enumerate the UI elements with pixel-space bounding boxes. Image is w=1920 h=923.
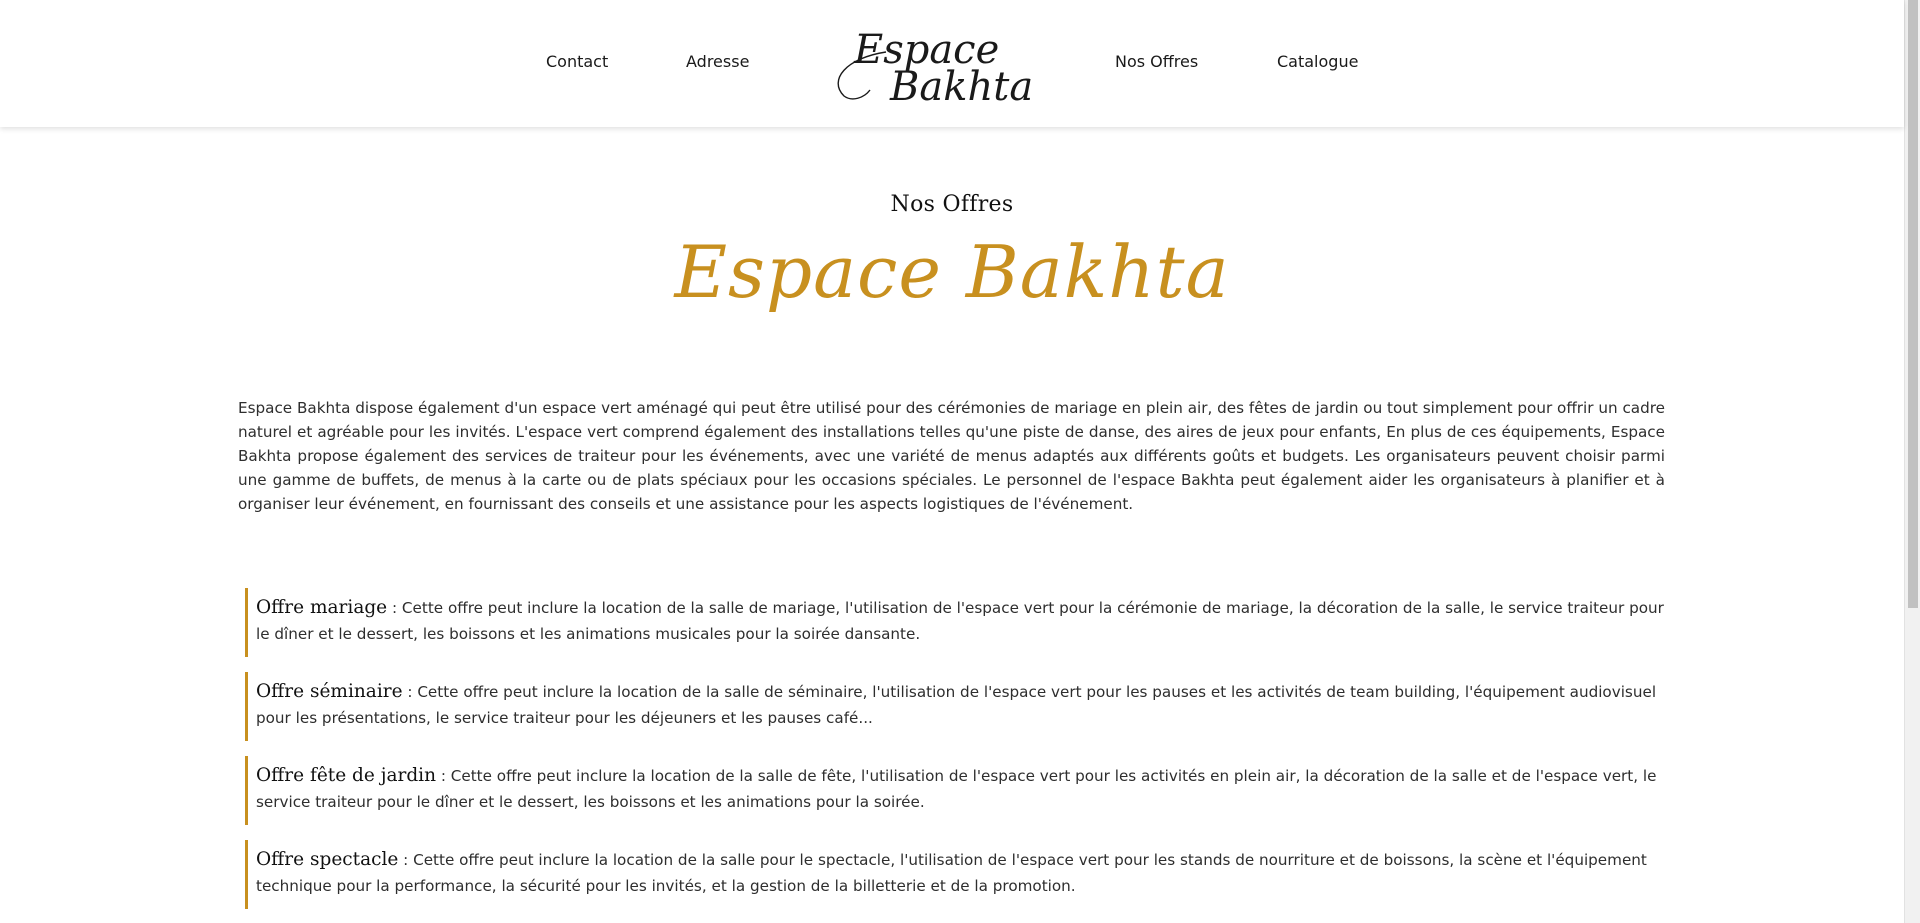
page: Contact Adresse Espace Bakhta Nos Offres… <box>0 0 1920 923</box>
offer-title: Offre mariage <box>256 597 388 618</box>
offer-text: : Cette offre peut inclure la location d… <box>256 599 1664 643</box>
nav-nos-offres-link[interactable]: Nos Offres <box>1115 52 1198 71</box>
logo-line-2: Bakhta <box>889 64 1033 108</box>
offer-item-spectacle: Offre spectacle : Cette offre peut inclu… <box>245 840 1665 909</box>
scrollbar-thumb[interactable] <box>1908 0 1918 608</box>
intro-paragraph: Espace Bakhta dispose également d'un esp… <box>238 399 1665 513</box>
offer-item-mariage: Offre mariage : Cette offre peut inclure… <box>245 588 1665 657</box>
logo-link[interactable]: Espace Bakhta <box>826 18 1036 108</box>
offer-item-fete-de-jardin: Offre fête de jardin : Cette offre peut … <box>245 756 1665 825</box>
nav-catalogue-link[interactable]: Catalogue <box>1277 52 1358 71</box>
brand-heading: Espace Bakhta <box>674 230 1230 314</box>
offer-item-seminaire: Offre séminaire : Cette offre peut inclu… <box>245 672 1665 741</box>
offer-text: : Cette offre peut inclure la location d… <box>256 683 1657 727</box>
offer-text: : Cette offre peut inclure la location d… <box>256 767 1657 811</box>
nav-contact-link[interactable]: Contact <box>546 52 608 71</box>
offer-text: : Cette offre peut inclure la location d… <box>256 851 1647 895</box>
offer-title: Offre spectacle <box>256 849 399 870</box>
espace-bakhta-logo: Espace Bakhta <box>837 27 1033 108</box>
offer-title: Offre fête de jardin <box>256 765 436 786</box>
section-label: Nos Offres <box>890 192 1014 217</box>
page-scrollbar[interactable] <box>1904 0 1920 923</box>
nav-adresse-link[interactable]: Adresse <box>686 52 749 71</box>
offer-title: Offre séminaire <box>256 681 403 702</box>
offers-list: Offre mariage : Cette offre peut inclure… <box>245 588 1665 923</box>
site-header: Contact Adresse Espace Bakhta Nos Offres… <box>0 0 1904 127</box>
